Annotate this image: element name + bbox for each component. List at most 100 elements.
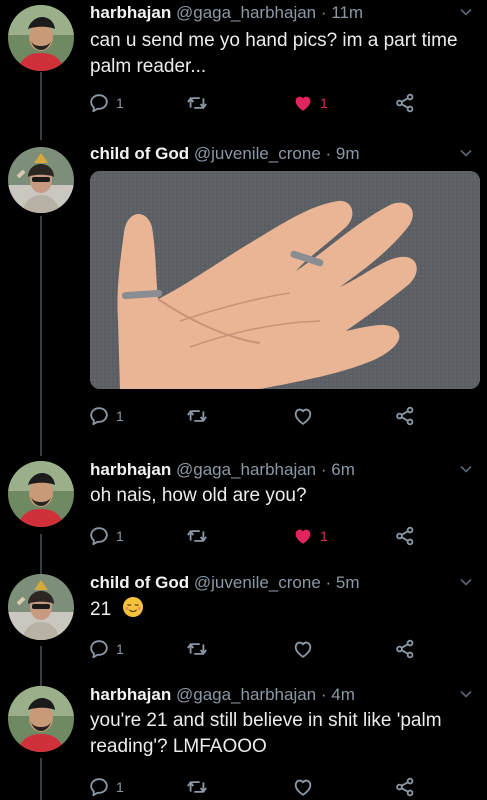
tweet-text-line: you're 21 and still believe in shit like… [90,710,442,731]
share-button[interactable] [394,525,416,547]
like-button[interactable] [292,638,314,660]
like-button[interactable] [292,405,314,427]
tweet-header: harbhajan @gaga_harbhajan · 6m [90,459,355,481]
avatar[interactable] [8,461,74,527]
tweet-text-line: can u send me yo hand pics? im a part ti… [90,30,458,51]
user-handle[interactable]: @gaga_harbhajan [176,685,316,704]
reply-button[interactable]: 1 [88,92,124,114]
user-handle[interactable]: @gaga_harbhajan [176,460,316,479]
tweet-actions: 1 1 [88,92,418,114]
tweet-header: child of God @juvenile_crone · 9m [90,143,360,165]
tweet[interactable]: child of God @juvenile_crone · 9m 1 [0,143,487,443]
reply-button[interactable]: 1 [88,525,124,547]
like-count: 1 [320,95,328,111]
share-button[interactable] [394,638,416,660]
reply-count: 1 [116,95,124,111]
user-handle[interactable]: @juvenile_crone [194,144,321,163]
chevron-down-icon[interactable] [459,575,473,589]
reply-icon [88,92,110,114]
share-icon [394,525,416,547]
reply-icon [88,638,110,660]
tweet-actions: 1 [88,405,418,427]
chevron-down-icon[interactable] [459,687,473,701]
tweet-header: child of God @juvenile_crone · 5m [90,572,360,594]
share-icon [394,776,416,798]
avatar[interactable] [8,147,74,213]
tweet[interactable]: harbhajan @gaga_harbhajan · 11m can u se… [0,0,487,125]
reply-icon [88,776,110,798]
share-icon [394,405,416,427]
timestamp[interactable]: · 5m [326,573,360,592]
reply-icon [88,405,110,427]
reply-button[interactable]: 1 [88,638,124,660]
avatar-image [8,461,74,527]
share-button[interactable] [394,776,416,798]
timestamp[interactable]: · 9m [326,144,360,163]
reply-count: 1 [116,408,124,424]
share-icon [394,92,416,114]
retweet-icon [186,638,208,660]
retweet-button[interactable] [186,776,208,798]
tweet-actions: 1 [88,776,418,798]
like-button[interactable]: 1 [292,525,328,547]
avatar-image [8,574,74,640]
retweet-button[interactable] [186,525,208,547]
avatar-image [8,686,74,752]
reply-button[interactable]: 1 [88,405,124,427]
like-button[interactable] [292,776,314,798]
display-name[interactable]: child of God [90,144,189,163]
retweet-button[interactable] [186,405,208,427]
tweet-text: oh nais, how old are you? [90,483,475,509]
tweet[interactable]: harbhajan @gaga_harbhajan · 4m you're 21… [0,684,487,800]
reply-count: 1 [116,528,124,544]
retweet-button[interactable] [186,638,208,660]
share-button[interactable] [394,92,416,114]
relieved-face-emoji [122,596,144,618]
tweet-text-line: oh nais, how old are you? [90,485,307,506]
user-handle[interactable]: @juvenile_crone [194,573,321,592]
retweet-icon [186,525,208,547]
heart-icon [292,525,314,547]
avatar[interactable] [8,574,74,640]
avatar-image [8,147,74,213]
tweet-header: harbhajan @gaga_harbhajan · 4m [90,684,355,706]
reply-count: 1 [116,641,124,657]
heart-icon [292,405,314,427]
display-name[interactable]: child of God [90,573,189,592]
like-count: 1 [320,528,328,544]
avatar[interactable] [8,686,74,752]
hand-photo[interactable] [90,171,480,389]
heart-icon [292,638,314,660]
tweet[interactable]: child of God @juvenile_crone · 5m 21 1 [0,572,487,672]
like-button[interactable]: 1 [292,92,328,114]
chevron-down-icon[interactable] [459,146,473,160]
reply-icon [88,525,110,547]
reply-button[interactable]: 1 [88,776,124,798]
tweet-text: 21 [90,596,475,623]
tweet-text-line: reading'? LMFAOOO [90,736,267,757]
share-icon [394,638,416,660]
tweet-actions: 1 [88,638,418,660]
chevron-down-icon[interactable] [459,462,473,476]
tweet-text-line: palm reader... [90,56,207,77]
timestamp[interactable]: · 4m [321,685,355,704]
retweet-icon [186,92,208,114]
tweet-actions: 1 1 [88,525,418,547]
display-name[interactable]: harbhajan [90,3,171,22]
share-button[interactable] [394,405,416,427]
chevron-down-icon[interactable] [459,5,473,19]
display-name[interactable]: harbhajan [90,460,171,479]
tweet-header: harbhajan @gaga_harbhajan · 11m [90,2,363,24]
display-name[interactable]: harbhajan [90,685,171,704]
retweet-button[interactable] [186,92,208,114]
timestamp[interactable]: · 11m [321,3,363,22]
timestamp[interactable]: · 6m [321,460,355,479]
reply-count: 1 [116,779,124,795]
retweet-icon [186,405,208,427]
avatar-image [8,5,74,71]
palm-image [90,171,480,389]
user-handle[interactable]: @gaga_harbhajan [176,3,316,22]
avatar[interactable] [8,5,74,71]
tweet[interactable]: harbhajan @gaga_harbhajan · 6m oh nais, … [0,459,487,559]
heart-icon [292,92,314,114]
